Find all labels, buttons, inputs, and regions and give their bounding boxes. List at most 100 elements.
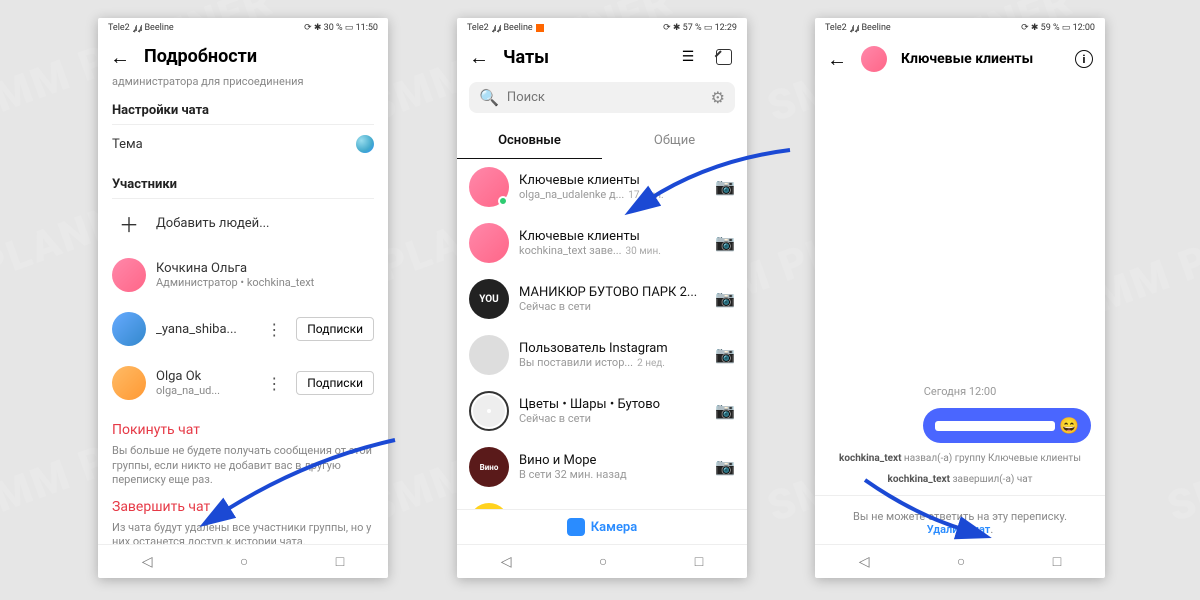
list-icon[interactable] xyxy=(677,46,699,68)
status-bar: Tele2₄ıl ₄ılBeeline ⟳ ✱ 30 % ▭ 11:50 xyxy=(98,18,388,38)
nav-home-icon[interactable]: ○ xyxy=(599,553,607,570)
member-name: Кочкина Ольга xyxy=(156,261,374,276)
redacted-text xyxy=(935,421,1055,431)
system-message: kochkina_text завершил(-а) чат xyxy=(829,474,1091,485)
section-members: Участники xyxy=(112,177,374,192)
page-title: Чаты xyxy=(503,47,549,68)
status-bar: Tele2₄ıl ₄ılBeeline ⟳ ✱ 59 % ▭ 12:00 xyxy=(815,18,1105,38)
back-icon[interactable]: ← xyxy=(469,47,489,67)
member-row[interactable]: Olga Ok olga_na_ud... ⋮ Подписки xyxy=(112,356,374,410)
nav-back-icon[interactable]: ◁ xyxy=(142,554,153,570)
chat-list: Ключевые клиентыolga_na_udalenke д...17 … xyxy=(457,159,747,509)
member-row[interactable]: _yana_shiba... ⋮ Подписки xyxy=(112,302,374,356)
follow-button[interactable]: Подписки xyxy=(296,317,374,341)
chat-row[interactable]: YOU МАНИКЮР БУТОВО ПАРК 2...Сейчас в сет… xyxy=(457,271,747,327)
camera-icon[interactable]: 📷 xyxy=(715,401,735,421)
camera-icon xyxy=(567,518,585,536)
chat-row[interactable]: Цветы • Шары • БутовоСейчас в сети 📷 xyxy=(457,383,747,439)
camera-icon[interactable]: 📷 xyxy=(715,233,735,253)
add-people-label: Добавить людей... xyxy=(156,216,269,231)
android-navbar: ◁ ○ □ xyxy=(98,544,388,578)
add-people-row[interactable]: ＋ Добавить людей... xyxy=(112,198,374,248)
avatar xyxy=(469,335,509,375)
chat-title: Ключевые клиенты xyxy=(901,51,1033,67)
chat-row[interactable]: Вино Вино и МореВ сети 32 мин. назад 📷 xyxy=(457,439,747,495)
nav-back-icon[interactable]: ◁ xyxy=(501,554,512,570)
delete-chat-link[interactable]: Удалить чат xyxy=(927,523,991,536)
avatar xyxy=(112,312,146,346)
chat-row[interactable]: РЕЦЕПТЫ ТОРТОВПоследнее действие 3 ч... … xyxy=(457,495,747,509)
avatar xyxy=(469,167,509,207)
screen-conversation: Tele2₄ıl ₄ılBeeline ⟳ ✱ 59 % ▭ 12:00 ← К… xyxy=(815,18,1105,578)
compose-icon[interactable] xyxy=(713,46,735,68)
message-bubble[interactable]: 😄 xyxy=(923,408,1091,443)
filter-icon[interactable]: ⚙ xyxy=(711,88,725,107)
tab-primary[interactable]: Основные xyxy=(457,123,602,159)
message-area: Сегодня 12:00 😄 kochkina_text назвал(-а)… xyxy=(815,80,1105,495)
nav-recent-icon[interactable]: □ xyxy=(695,553,703,570)
info-icon[interactable]: i xyxy=(1075,50,1093,68)
kebab-icon[interactable]: ⋮ xyxy=(262,320,286,339)
tabs: Основные Общие xyxy=(457,123,747,159)
notification-dot-icon xyxy=(536,24,544,32)
avatar xyxy=(469,223,509,263)
kebab-icon[interactable]: ⋮ xyxy=(262,374,286,393)
time-label: Сегодня 12:00 xyxy=(829,385,1091,398)
leave-chat-desc: Вы больше не будете получать сообщения о… xyxy=(112,444,374,487)
search-field[interactable] xyxy=(507,90,703,105)
camera-bar[interactable]: Камера xyxy=(457,509,747,544)
emoji-icon: 😄 xyxy=(1059,416,1079,435)
nav-back-icon[interactable]: ◁ xyxy=(859,554,870,570)
avatar xyxy=(469,391,509,431)
screen-details: Tele2₄ıl ₄ılBeeline ⟳ ✱ 30 % ▭ 11:50 ← П… xyxy=(98,18,388,578)
back-icon[interactable]: ← xyxy=(110,47,130,67)
status-bar: Tele2₄ıl ₄ılBeeline ⟳ ✱ 57 % ▭ 12:29 xyxy=(457,18,747,38)
back-icon[interactable]: ← xyxy=(827,49,847,69)
nav-recent-icon[interactable]: □ xyxy=(336,553,344,570)
tab-general[interactable]: Общие xyxy=(602,123,747,159)
search-input[interactable]: 🔍 ⚙ xyxy=(469,82,735,113)
camera-icon[interactable]: 📷 xyxy=(715,457,735,477)
nav-recent-icon[interactable]: □ xyxy=(1053,553,1061,570)
nav-home-icon[interactable]: ○ xyxy=(957,553,965,570)
camera-icon[interactable]: 📷 xyxy=(715,177,735,197)
section-chat-settings: Настройки чата xyxy=(112,103,374,118)
end-chat-link[interactable]: Завершить чат xyxy=(112,499,374,515)
leave-chat-link[interactable]: Покинуть чат xyxy=(112,422,374,438)
chat-row[interactable]: Ключевые клиентыkochkina_text заве...30 … xyxy=(457,215,747,271)
page-title: Подробности xyxy=(144,46,257,67)
header: ← Ключевые клиенты i xyxy=(815,38,1105,80)
avatar[interactable] xyxy=(861,46,887,72)
member-name: _yana_shiba... xyxy=(156,322,252,337)
avatar xyxy=(112,366,146,400)
header: ← Чаты xyxy=(457,38,747,76)
nav-home-icon[interactable]: ○ xyxy=(240,553,248,570)
camera-icon[interactable]: 📷 xyxy=(715,345,735,365)
online-dot-icon xyxy=(498,196,508,206)
avatar: Вино xyxy=(469,447,509,487)
chat-row[interactable]: Пользователь InstagramВы поставили истор… xyxy=(457,327,747,383)
plus-icon: ＋ xyxy=(112,209,146,238)
theme-color-icon xyxy=(356,135,374,153)
search-icon: 🔍 xyxy=(479,88,499,107)
chat-row[interactable]: Ключевые клиентыolga_na_udalenke д...17 … xyxy=(457,159,747,215)
camera-icon[interactable]: 📷 xyxy=(715,289,735,309)
end-chat-desc: Из чата будут удалены все участники груп… xyxy=(112,521,374,544)
android-navbar: ◁ ○ □ xyxy=(815,544,1105,578)
theme-label: Тема xyxy=(112,137,346,152)
android-navbar: ◁ ○ □ xyxy=(457,544,747,578)
theme-row[interactable]: Тема xyxy=(112,124,374,163)
member-row[interactable]: Кочкина Ольга Администратор • kochkina_t… xyxy=(112,248,374,302)
member-name: Olga Ok xyxy=(156,369,252,384)
avatar: YOU xyxy=(469,279,509,319)
avatar xyxy=(112,258,146,292)
follow-button[interactable]: Подписки xyxy=(296,371,374,395)
screen-chats: Tele2₄ıl ₄ılBeeline ⟳ ✱ 57 % ▭ 12:29 ← Ч… xyxy=(457,18,747,578)
system-message: kochkina_text назвал(-а) группу Ключевые… xyxy=(829,453,1091,464)
avatar xyxy=(469,503,509,509)
header: ← Подробности xyxy=(98,38,388,75)
footer-message: Вы не можете ответить на эту переписку. … xyxy=(815,495,1105,544)
member-sub: olga_na_ud... xyxy=(156,384,252,398)
member-sub: Администратор • kochkina_text xyxy=(156,276,374,290)
admin-note: администратора для присоединения xyxy=(112,75,374,89)
